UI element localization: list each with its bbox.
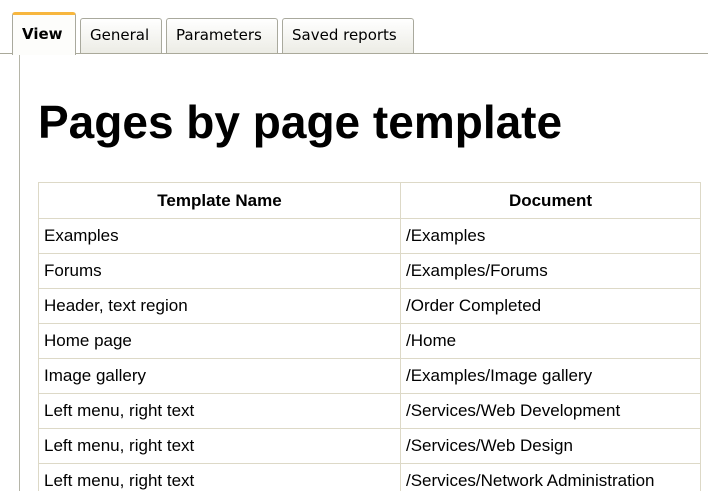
- table-header-row: Template Name Document: [38, 182, 701, 219]
- template-name-cell: Header, text region: [38, 288, 401, 324]
- document-cell: /Order Completed: [400, 288, 701, 324]
- template-name-cell: Forums: [38, 253, 401, 289]
- template-name-cell: Left menu, right text: [38, 463, 401, 491]
- tab-view[interactable]: View: [12, 12, 76, 55]
- table-row: Examples /Examples: [38, 218, 701, 254]
- table-row: Left menu, right text /Services/Web Deve…: [38, 393, 701, 429]
- template-name-cell: Image gallery: [38, 358, 401, 394]
- template-name-cell: Examples: [38, 218, 401, 254]
- tab-strip-divider: [0, 53, 708, 54]
- table-row: Image gallery /Examples/Image gallery: [38, 358, 701, 394]
- table-row: Home page /Home: [38, 323, 701, 359]
- table-row: Header, text region /Order Completed: [38, 288, 701, 324]
- tab-parameters[interactable]: Parameters: [166, 18, 278, 53]
- table-row: Left menu, right text /Services/Network …: [38, 463, 701, 491]
- table-row: Left menu, right text /Services/Web Desi…: [38, 428, 701, 464]
- tab-strip: View General Parameters Saved reports: [0, 0, 708, 55]
- tab-saved-reports[interactable]: Saved reports: [282, 18, 414, 53]
- report-page: View General Parameters Saved reports Pa…: [0, 0, 708, 491]
- column-header-template-name: Template Name: [38, 182, 401, 219]
- document-cell: /Examples: [400, 218, 701, 254]
- report-table: Template Name Document Examples /Example…: [38, 182, 701, 491]
- template-name-cell: Left menu, right text: [38, 428, 401, 464]
- table-row: Forums /Examples/Forums: [38, 253, 701, 289]
- document-cell: /Services/Web Design: [400, 428, 701, 464]
- template-name-cell: Home page: [38, 323, 401, 359]
- document-cell: /Services/Network Administration: [400, 463, 701, 491]
- document-cell: /Examples/Image gallery: [400, 358, 701, 394]
- tab-general[interactable]: General: [80, 18, 162, 53]
- template-name-cell: Left menu, right text: [38, 393, 401, 429]
- content-left-border: [19, 54, 20, 491]
- document-cell: /Services/Web Development: [400, 393, 701, 429]
- document-cell: /Examples/Forums: [400, 253, 701, 289]
- column-header-document: Document: [400, 182, 701, 219]
- document-cell: /Home: [400, 323, 701, 359]
- page-title: Pages by page template: [38, 96, 563, 148]
